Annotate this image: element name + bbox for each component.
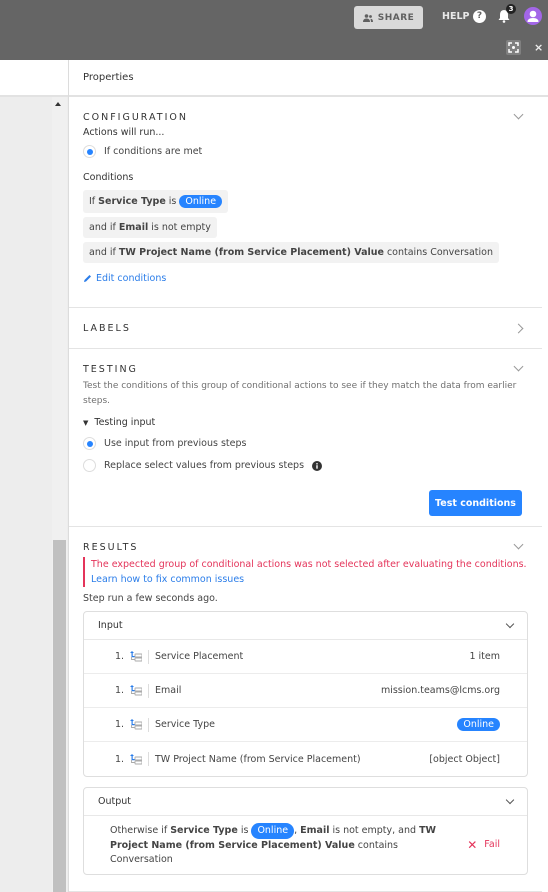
properties-panel: Properties CONFIGURATION Actions will ru… — [68, 60, 548, 892]
actions-label: Actions will run... — [83, 127, 165, 138]
testing-input-toggle[interactable]: ▼ Testing input — [83, 417, 528, 428]
radio-unselected[interactable] — [83, 459, 96, 472]
results-section: RESULTS The expected group of conditiona… — [69, 527, 542, 892]
info-icon[interactable] — [312, 460, 323, 471]
row-index: 1. — [115, 753, 125, 765]
input-row: 1. Service Type Online — [84, 708, 527, 742]
scrollbar-thumb[interactable] — [53, 540, 66, 892]
expand-icon — [508, 42, 519, 53]
input-row: 1. Email mission.teams@lcms.org — [84, 674, 527, 708]
chevron-down-icon[interactable] — [505, 619, 515, 629]
testing-description: Test the conditions of this group of con… — [83, 381, 517, 406]
run-option-label: If conditions are met — [104, 146, 203, 157]
tree-structure-icon — [130, 753, 142, 764]
close-button[interactable]: × — [534, 41, 543, 54]
test-conditions-button[interactable]: Test conditions — [429, 490, 522, 516]
share-label: SHARE — [377, 12, 415, 23]
question-circle-icon[interactable]: ? — [473, 10, 486, 23]
users-icon — [362, 13, 373, 22]
user-icon — [527, 10, 539, 22]
value-pill: Online — [179, 195, 223, 208]
run-time: Step run a few seconds ago. — [83, 593, 218, 604]
conditions-label: Conditions — [83, 172, 134, 183]
condition-item: and if Email is not empty — [83, 217, 217, 238]
section-title[interactable]: LABELS — [83, 308, 528, 338]
value-pill: Online — [251, 823, 295, 839]
tree-structure-icon — [130, 719, 142, 730]
output-card: Output Otherwise if Service Type is Onli… — [83, 787, 528, 875]
fullscreen-button[interactable] — [506, 40, 521, 55]
output-text: Otherwise if Service Type is Online, Ema… — [110, 823, 437, 865]
fail-status: ✕ Fail — [467, 838, 500, 852]
section-title[interactable]: TESTING — [83, 349, 528, 379]
notification-count-badge: 3 — [506, 4, 516, 14]
canvas-pane — [0, 60, 68, 892]
divider — [148, 752, 149, 766]
top-bar: SHARE HELP ? 3 × — [0, 0, 548, 60]
panel-title: Properties — [69, 60, 548, 97]
x-icon: ✕ — [467, 838, 478, 852]
row-index: 1. — [115, 719, 125, 730]
condition-list: If Service Type is Online and if Email i… — [83, 190, 528, 267]
radio-selected[interactable] — [83, 145, 96, 158]
input-card-header[interactable]: Input — [84, 612, 527, 640]
output-row: Otherwise if Service Type is Online, Ema… — [84, 816, 527, 874]
condition-item: and if TW Project Name (from Service Pla… — [83, 242, 499, 263]
input-row: 1. TW Project Name (from Service Placeme… — [84, 742, 527, 776]
divider — [148, 717, 149, 732]
user-avatar[interactable] — [524, 7, 542, 25]
tree-structure-icon — [130, 651, 142, 662]
scroll-up-arrow-icon[interactable] — [55, 102, 61, 106]
field-value: mission.teams@lcms.org — [380, 685, 500, 696]
edit-conditions-link[interactable]: Edit conditions — [83, 273, 528, 284]
testing-option[interactable]: Use input from previous steps — [83, 437, 528, 450]
row-index: 1. — [115, 651, 125, 662]
chevron-down-icon[interactable] — [505, 795, 515, 805]
share-button[interactable]: SHARE — [354, 6, 423, 29]
output-card-header[interactable]: Output — [84, 788, 527, 816]
pencil-icon — [84, 275, 91, 282]
tree-structure-icon — [130, 685, 142, 696]
field-value: 1 item — [469, 651, 500, 662]
row-index: 1. — [115, 685, 125, 696]
field-value: [object Object] — [429, 753, 500, 765]
labels-section[interactable]: LABELS — [69, 308, 542, 349]
error-message: The expected group of conditional action… — [83, 557, 528, 587]
help-link[interactable]: Learn how to fix common issues — [91, 572, 528, 587]
field-name: Email — [155, 685, 182, 696]
radio-selected[interactable] — [83, 437, 96, 450]
field-value: Online — [457, 718, 500, 731]
configuration-section: CONFIGURATION Actions will run... If con… — [69, 97, 542, 308]
help-link[interactable]: HELP — [442, 11, 469, 22]
canvas-header — [0, 60, 68, 97]
caret-down-icon: ▼ — [83, 418, 89, 427]
field-name: Service Type — [155, 719, 215, 730]
testing-option[interactable]: Replace select values from previous step… — [83, 459, 528, 472]
input-card: Input 1. Service Placement 1 item 1. Ema… — [83, 611, 528, 777]
section-title[interactable]: RESULTS — [83, 527, 528, 557]
condition-item: If Service Type is Online — [83, 190, 229, 213]
field-name: TW Project Name (from Service Placement) — [155, 753, 361, 765]
divider — [148, 649, 149, 664]
divider — [148, 683, 149, 698]
input-row: 1. Service Placement 1 item — [84, 640, 527, 674]
field-name: Service Placement — [155, 651, 244, 662]
testing-section: TESTING Test the conditions of this grou… — [69, 349, 542, 527]
section-title[interactable]: CONFIGURATION — [83, 97, 528, 127]
run-option[interactable]: If conditions are met — [83, 145, 528, 158]
